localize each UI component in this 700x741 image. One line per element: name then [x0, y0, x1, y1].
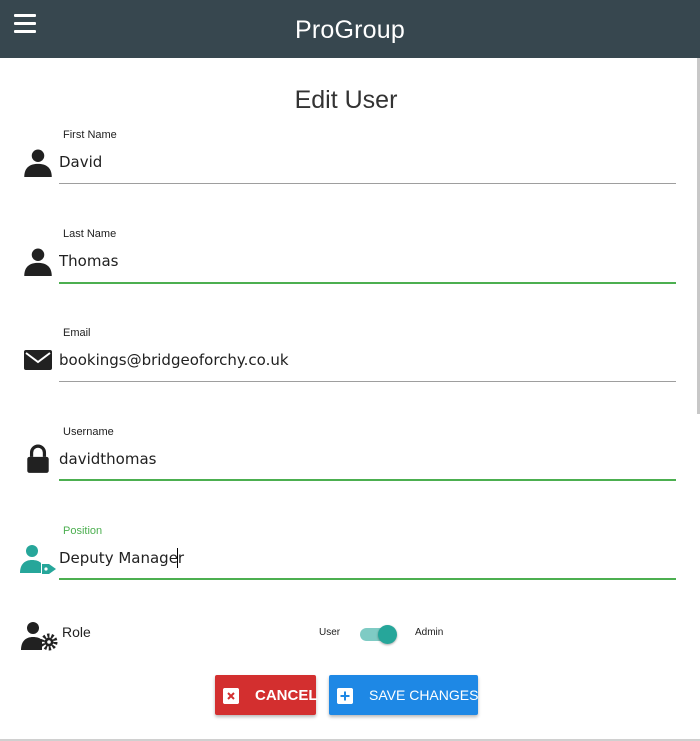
role-admin-label: Admin: [415, 627, 444, 638]
save-changes-label: SAVE CHANGES: [369, 687, 479, 703]
role-toggle-switch[interactable]: [359, 624, 399, 644]
user-gear-icon: [21, 622, 58, 651]
close-icon: [223, 688, 239, 704]
position-field[interactable]: [59, 544, 676, 572]
role-user-label: User: [319, 627, 341, 638]
person-icon: [24, 248, 52, 276]
lock-icon: [27, 444, 49, 473]
first-name-label: First Name: [63, 129, 117, 141]
text-caret: [177, 548, 178, 568]
plus-icon: [337, 688, 353, 704]
email-underline: [59, 381, 676, 382]
email-field[interactable]: [59, 346, 676, 374]
user-tag-icon: [20, 545, 56, 574]
save-changes-button[interactable]: SAVE CHANGES: [329, 675, 478, 715]
first-name-underline: [59, 183, 676, 184]
last-name-field[interactable]: [59, 247, 676, 275]
top-app-bar: ProGroup: [0, 0, 700, 58]
role-label: Role: [62, 624, 91, 640]
app-title: ProGroup: [295, 16, 405, 44]
cancel-button[interactable]: CANCEL: [215, 675, 318, 715]
first-name-field[interactable]: [59, 148, 676, 176]
username-label: Username: [63, 426, 114, 438]
page-title: Edit User: [294, 86, 398, 114]
last-name-label: Last Name: [63, 228, 117, 240]
switch-knob[interactable]: [378, 625, 397, 644]
position-label: Position: [63, 525, 103, 537]
username-underline: [59, 479, 676, 481]
cancel-button-label: CANCEL: [255, 687, 318, 704]
position-underline: [59, 578, 676, 580]
last-name-underline: [59, 282, 676, 284]
envelope-icon: [24, 350, 52, 370]
username-field[interactable]: [59, 445, 676, 473]
person-icon: [24, 149, 52, 177]
email-label: Email: [63, 327, 91, 339]
